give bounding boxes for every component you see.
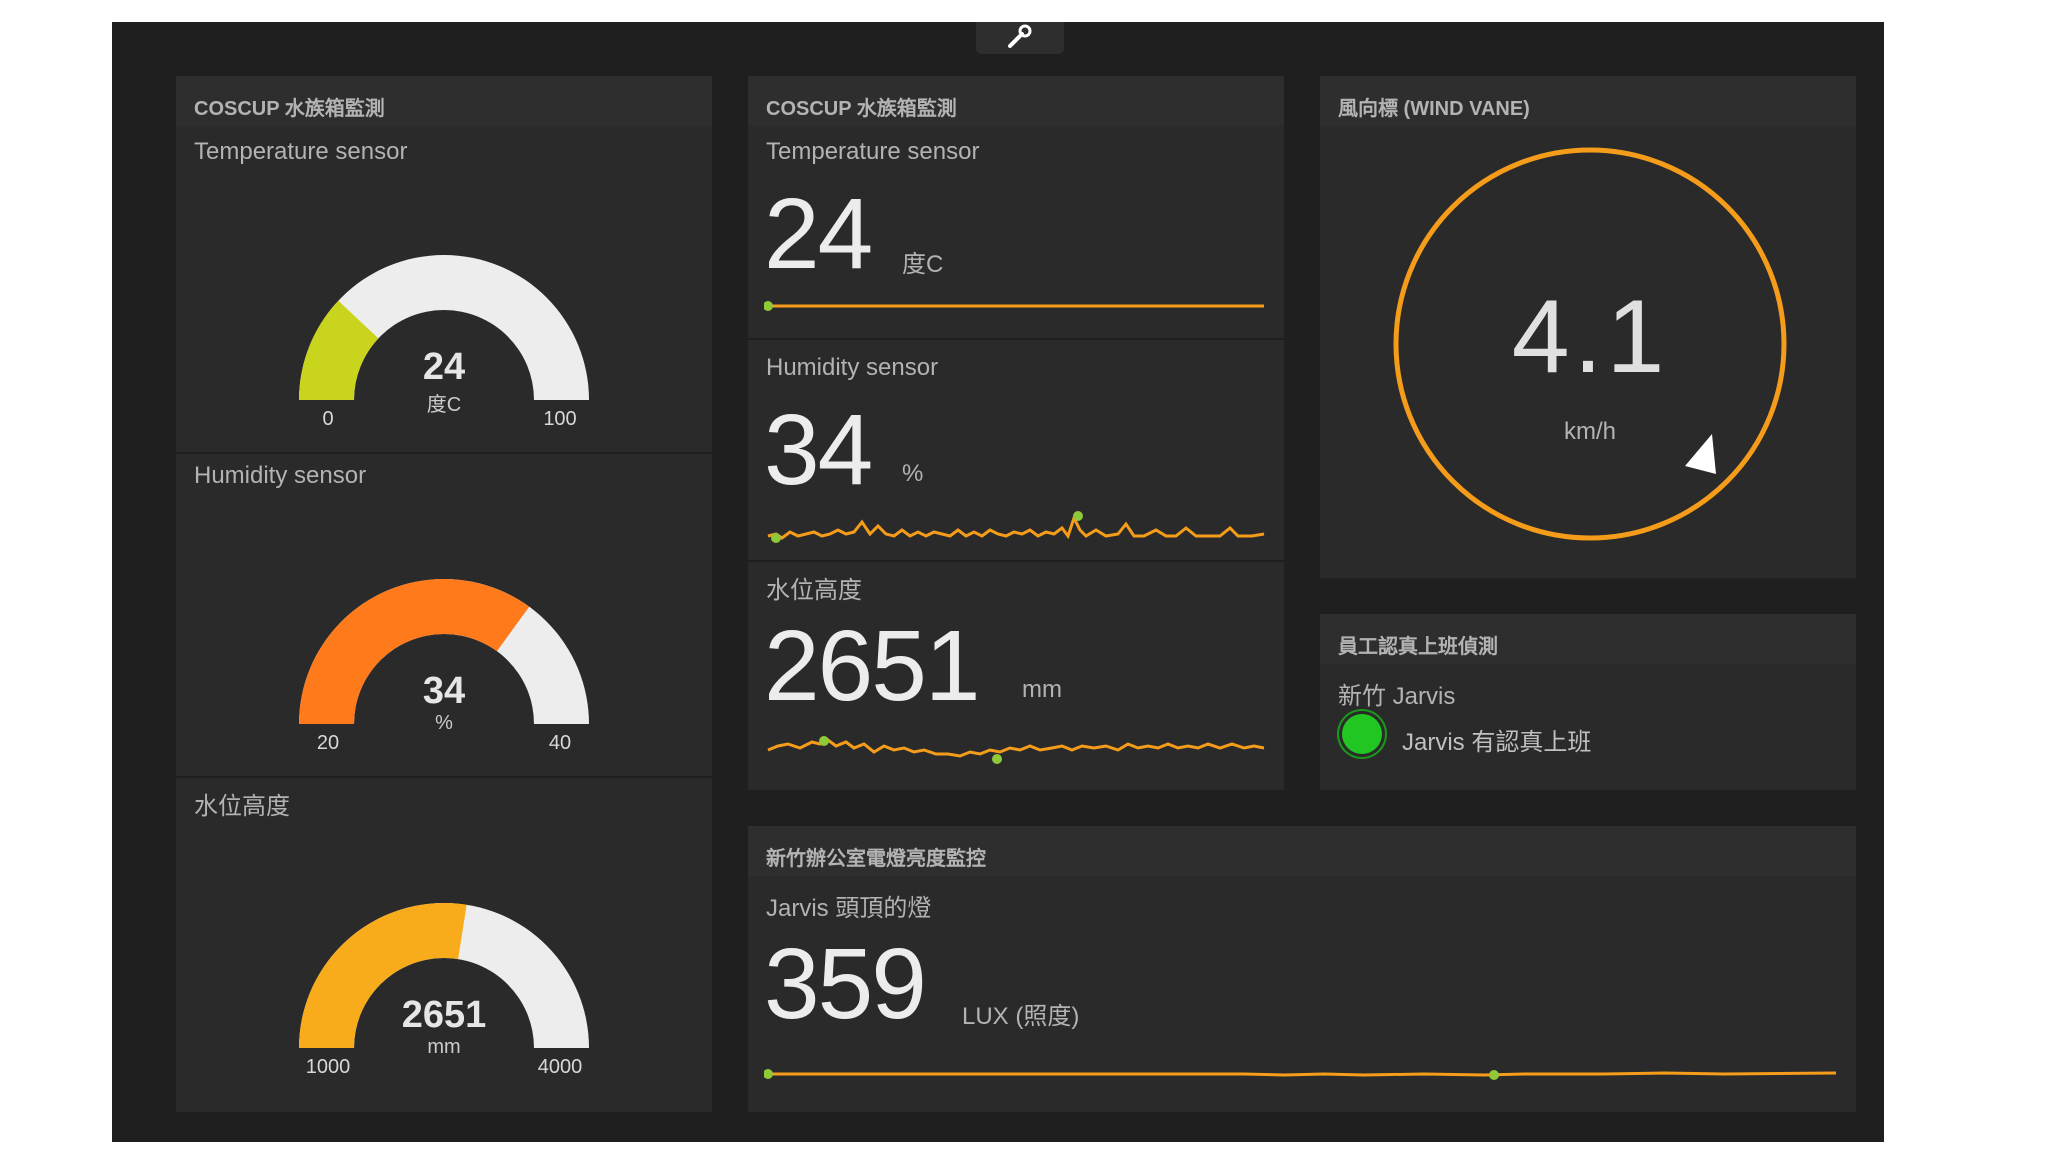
gauge-title-humidity: Humidity sensor: [194, 462, 367, 489]
wrench-icon: [1008, 24, 1032, 48]
widget-separator: [748, 338, 1284, 340]
pane-aquarium-readings: COSCUP 水族箱監測 Temperature sensor 24 度C Hu…: [748, 76, 1284, 790]
humidity-unit: %: [902, 460, 924, 487]
wind-speed-unit: km/h: [1563, 418, 1616, 445]
humidity-value: 34: [764, 394, 873, 506]
pane-wind-vane: 風向標 (WIND VANE) 4.1 km/h: [1320, 76, 1856, 578]
widget-title-water-level: 水位高度: [766, 577, 862, 604]
pane-office-light: 新竹辦公室電燈亮度監控 Jarvis 頭頂的燈 359 LUX (照度): [748, 826, 1856, 1112]
temperature-sparkline: [764, 301, 1264, 311]
humidity-sparkline: [767, 511, 1265, 543]
status-text: Jarvis 有認真上班: [1402, 729, 1592, 756]
gauge-title-temperature: Temperature sensor: [194, 138, 408, 165]
pane-title: COSCUP 水族箱監測: [766, 98, 957, 120]
widget-title-temperature: Temperature sensor: [766, 138, 980, 165]
widget-title-light: Jarvis 頭頂的燈: [766, 895, 932, 922]
status-indicator-icon: [1342, 714, 1382, 754]
gauge-unit: %: [435, 712, 453, 734]
dashboard-tools-tab[interactable]: [976, 22, 1064, 54]
pane-header[interactable]: COSCUP 水族箱監測: [176, 76, 712, 126]
pane-title: 新竹辦公室電燈亮度監控: [766, 848, 986, 870]
temperature-unit: 度C: [902, 251, 944, 278]
wind-speed-value: 4.1: [1511, 279, 1669, 395]
light-sparkline: [764, 1069, 1837, 1080]
gauge-min: 1000: [305, 1056, 351, 1078]
pane-employee-status: 員工認真上班偵測 新竹 Jarvis Jarvis 有認真上班: [1320, 614, 1856, 790]
gauge-min: 0: [322, 408, 334, 430]
gauge-max: 100: [543, 408, 577, 430]
gauge-max: 40: [548, 732, 572, 754]
gauge-max: 4000: [537, 1056, 583, 1078]
widget-separator: [176, 776, 712, 778]
pane-header[interactable]: 新竹辦公室電燈亮度監控: [748, 826, 1856, 876]
widget-separator: [176, 452, 712, 454]
widget-separator: [748, 560, 1284, 562]
gauge-value: 24: [422, 346, 466, 388]
light-value: 359: [764, 928, 927, 1040]
pane-header[interactable]: COSCUP 水族箱監測: [748, 76, 1284, 126]
pane-aquarium-gauges: COSCUP 水族箱監測 Temperature sensor 24 度C 0 …: [176, 76, 712, 1112]
gauge-value: 2651: [401, 994, 487, 1036]
pane-title: 員工認真上班偵測: [1338, 636, 1498, 658]
water-level-value: 2651: [764, 610, 980, 722]
widget-title-humidity: Humidity sensor: [766, 354, 939, 381]
water-level-unit: mm: [1022, 676, 1062, 703]
temperature-value: 24: [764, 178, 873, 290]
water-level-sparkline: [767, 736, 1265, 764]
gauge-title-water-level: 水位高度: [194, 793, 290, 820]
pane-header[interactable]: 風向標 (WIND VANE): [1320, 76, 1856, 126]
pane-title: COSCUP 水族箱監測: [194, 98, 385, 120]
gauge-value: 34: [422, 670, 466, 712]
status-location: 新竹 Jarvis: [1338, 683, 1456, 710]
gauge-unit: 度C: [426, 394, 462, 416]
gauge-min: 20: [316, 732, 340, 754]
gauge-unit: mm: [427, 1036, 461, 1058]
pane-title: 風向標 (WIND VANE): [1338, 98, 1530, 120]
light-unit: LUX (照度): [962, 1003, 1080, 1030]
pane-header[interactable]: 員工認真上班偵測: [1320, 614, 1856, 664]
